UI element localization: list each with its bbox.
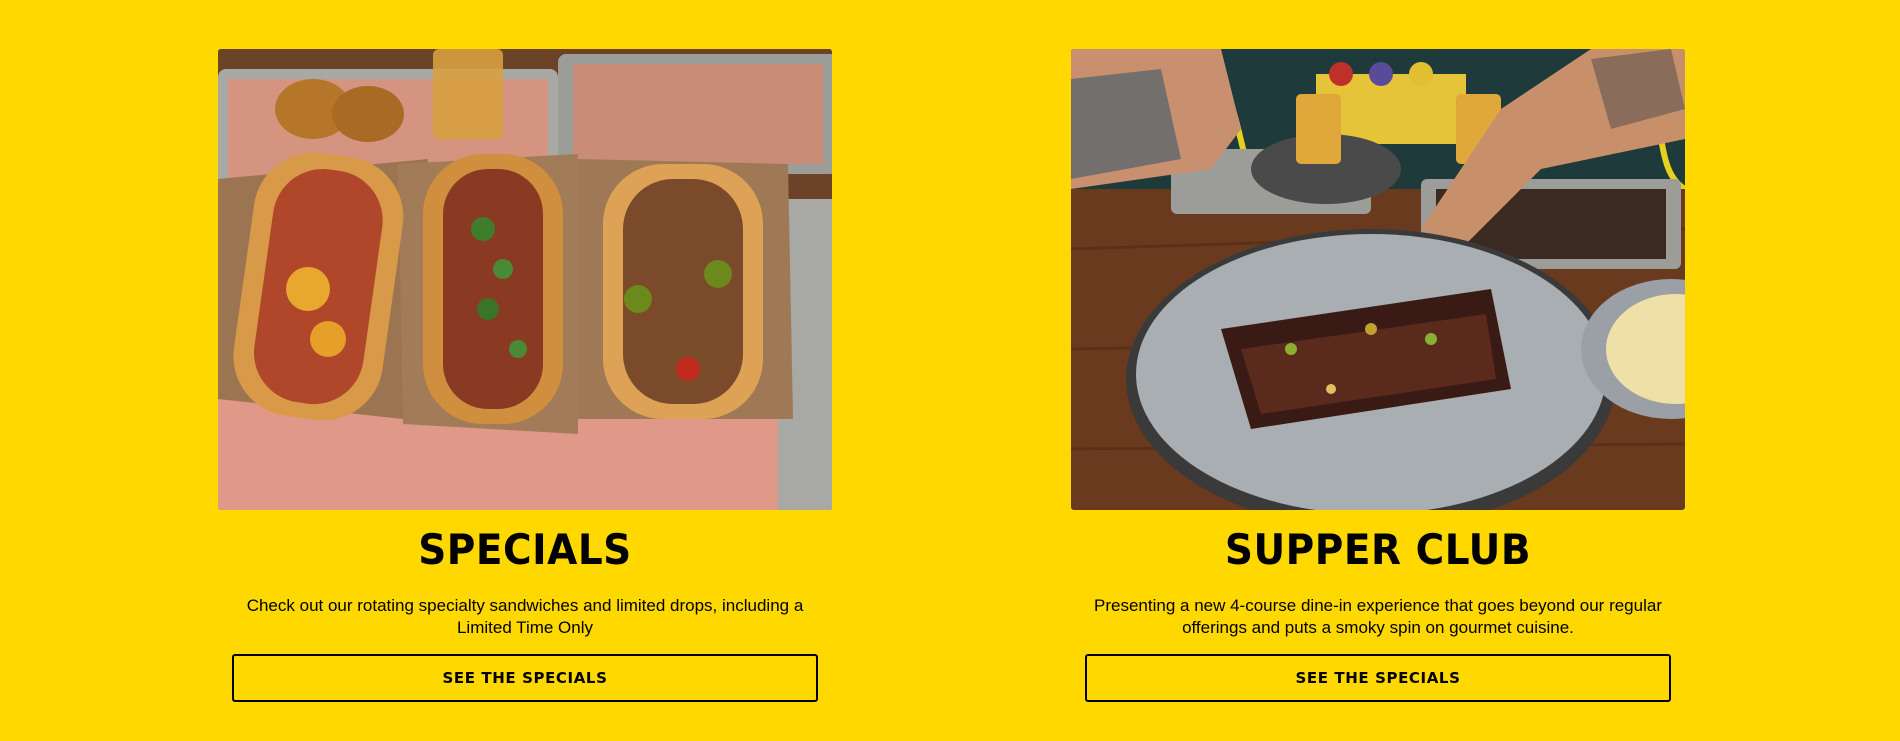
specials-card: SPECIALS Check out our rotating specialt… [218, 49, 832, 702]
supper-club-see-the-specials-button[interactable]: SEE THE SPECIALS [1085, 654, 1671, 702]
hot-dogs-image [218, 49, 832, 510]
supper-club-card: SUPPER CLUB Presenting a new 4-course di… [1071, 49, 1685, 702]
supper-club-description: Presenting a new 4-course dine-in experi… [1094, 596, 1662, 637]
specials-description: Check out our rotating specialty sandwic… [246, 596, 804, 637]
specials-title: SPECIALS [418, 526, 632, 575]
supper-club-title: SUPPER CLUB [1224, 526, 1532, 575]
specials-photo[interactable] [218, 49, 832, 510]
supper-club-photo[interactable] [1071, 49, 1685, 510]
see-the-specials-button[interactable]: SEE THE SPECIALS [232, 654, 818, 702]
ribs-image [1071, 49, 1685, 510]
